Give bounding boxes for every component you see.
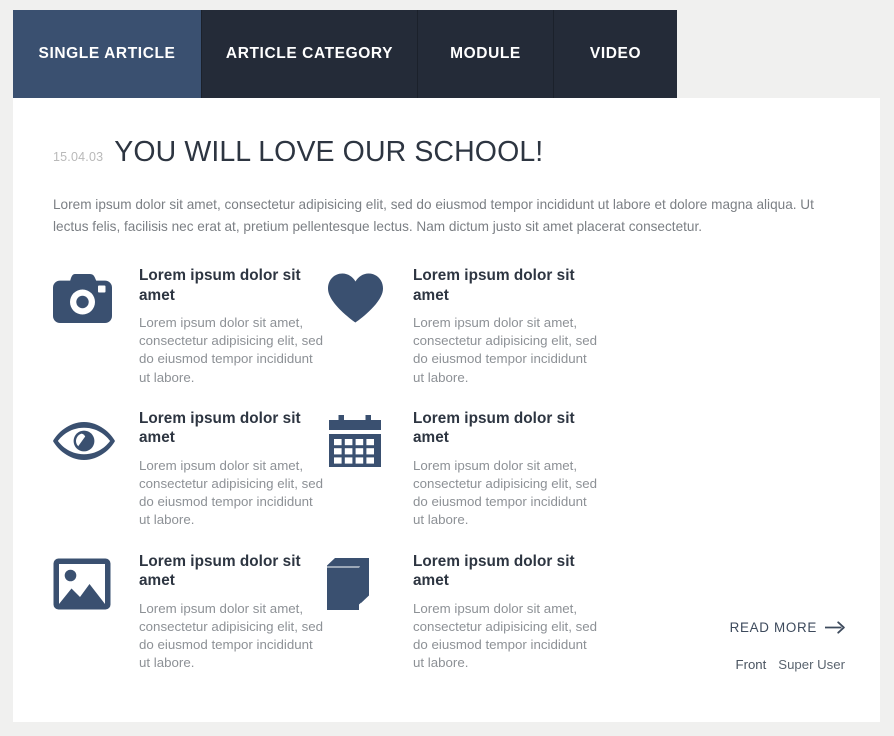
image-icon xyxy=(53,552,139,673)
feature-title: Lorem ipsum dolor sit amet xyxy=(139,552,301,590)
tab-single-article-label: SINGLE ARTICLE xyxy=(38,45,176,62)
tab-article-category[interactable]: ARTICLE CATEGORY xyxy=(201,10,417,98)
page-title: YOU WILL LOVE OUR SCHOOL! xyxy=(114,136,544,168)
feature-text: Lorem ipsum dolor sit amet, consectetur … xyxy=(139,457,324,528)
feature-title: Lorem ipsum dolor sit amet xyxy=(413,267,575,304)
feature-item: Lorem ipsum dolor sit amet Lorem ipsum d… xyxy=(327,266,601,387)
feature-title: Lorem ipsum dolor sit amet xyxy=(139,409,301,447)
tab-module[interactable]: MODULE xyxy=(417,10,553,98)
meta-category[interactable]: Front xyxy=(736,657,767,672)
feature-item: Lorem ipsum dolor sit amet Lorem ipsum d… xyxy=(53,266,327,387)
read-more-link[interactable]: READ MORE xyxy=(730,620,845,635)
feature-text: Lorem ipsum dolor sit amet, consectetur … xyxy=(139,600,324,671)
heart-icon xyxy=(327,266,413,387)
feature-item: Lorem ipsum dolor sit amet Lorem ipsum d… xyxy=(53,552,327,673)
feature-body: Lorem ipsum dolor sit amet Lorem ipsum d… xyxy=(413,552,601,673)
feature-body: Lorem ipsum dolor sit amet Lorem ipsum d… xyxy=(139,409,327,530)
feature-title: Lorem ipsum dolor sit amet xyxy=(413,552,575,590)
feature-body: Lorem ipsum dolor sit amet Lorem ipsum d… xyxy=(413,409,601,530)
article-intro-paragraph: Lorem ipsum dolor sit amet, consectetur … xyxy=(53,197,814,234)
arrow-right-icon xyxy=(825,621,845,634)
feature-item: Lorem ipsum dolor sit amet Lorem ipsum d… xyxy=(53,409,327,530)
tab-video-label: VIDEO xyxy=(589,45,642,62)
eye-icon xyxy=(53,409,139,530)
feature-body: Lorem ipsum dolor sit amet Lorem ipsum d… xyxy=(139,266,327,387)
tab-video[interactable]: VIDEO xyxy=(553,10,677,98)
feature-title: Lorem ipsum dolor sit amet xyxy=(413,409,575,447)
feature-body: Lorem ipsum dolor sit amet Lorem ipsum d… xyxy=(413,266,601,387)
calendar-icon xyxy=(327,409,413,530)
tab-module-label: MODULE xyxy=(450,45,521,62)
feature-text: Lorem ipsum dolor sit amet, consectetur … xyxy=(413,457,598,528)
article-header: 15.04.03 YOU WILL LOVE OUR SCHOOL! xyxy=(53,138,543,167)
read-more-label: READ MORE xyxy=(729,620,817,635)
camera-icon xyxy=(53,266,139,387)
feature-item: Lorem ipsum dolor sit amet Lorem ipsum d… xyxy=(327,409,601,530)
article-panel: 15.04.03 YOU WILL LOVE OUR SCHOOL! Lorem… xyxy=(13,98,880,722)
book-icon xyxy=(327,552,413,673)
feature-text: Lorem ipsum dolor sit amet, consectetur … xyxy=(139,315,324,385)
feature-text: Lorem ipsum dolor sit amet, consectetur … xyxy=(413,600,598,671)
feature-title: Lorem ipsum dolor sit amet xyxy=(139,267,301,304)
main-tab-bar: SINGLE ARTICLE ARTICLE CATEGORY MODULE V… xyxy=(13,10,677,98)
feature-body: Lorem ipsum dolor sit amet Lorem ipsum d… xyxy=(139,552,327,673)
feature-text: Lorem ipsum dolor sit amet, consectetur … xyxy=(413,315,598,385)
article-date: 15.04.03 xyxy=(53,150,104,164)
article-meta: Front Super User xyxy=(736,657,845,672)
tab-article-category-label: ARTICLE CATEGORY xyxy=(225,45,394,62)
meta-author[interactable]: Super User xyxy=(778,657,845,672)
tab-single-article[interactable]: SINGLE ARTICLE xyxy=(13,10,201,98)
feature-item: Lorem ipsum dolor sit amet Lorem ipsum d… xyxy=(327,552,601,673)
